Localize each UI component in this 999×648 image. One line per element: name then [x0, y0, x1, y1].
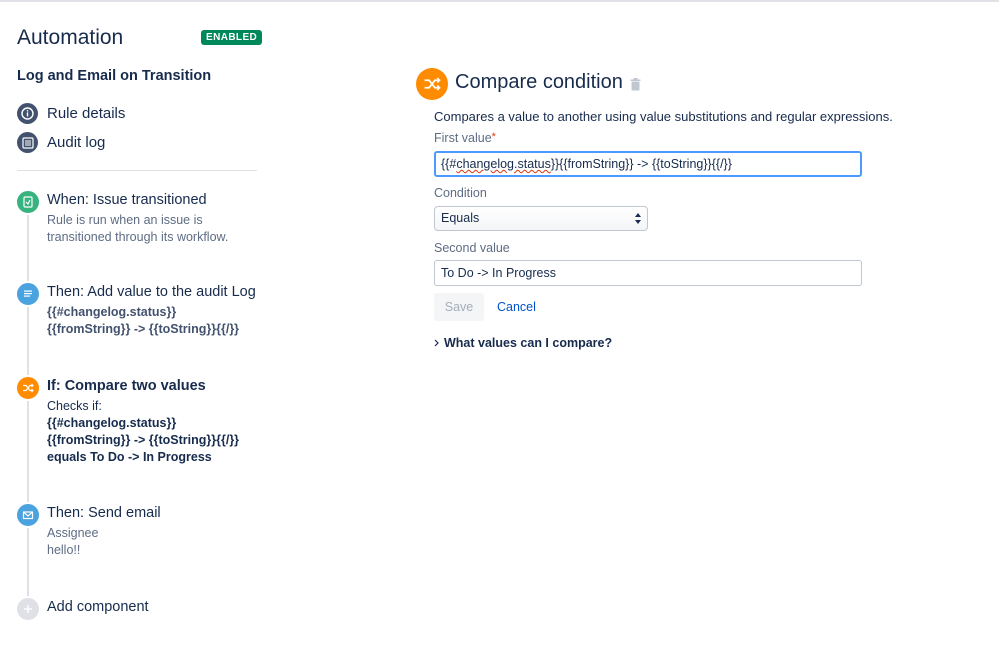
add-component-button[interactable]: Add component — [15, 596, 267, 622]
component-desc: Rule is run when an issue is transitione… — [47, 213, 229, 244]
chevron-right-icon — [434, 336, 439, 350]
condition-label: Condition — [434, 186, 487, 200]
email-icon — [15, 502, 41, 528]
first-value-label: First value* — [434, 131, 496, 145]
component-send-email[interactable]: Then: Send email Assignee hello!! — [15, 502, 267, 559]
list-icon — [17, 132, 38, 153]
help-expander[interactable]: What values can I compare? — [434, 336, 612, 350]
condition-selected-value: Equals — [441, 211, 480, 225]
nav-rule-details[interactable]: Rule details — [17, 103, 125, 124]
save-button[interactable]: Save — [434, 293, 484, 321]
info-icon — [17, 103, 38, 124]
component-title: When: Issue transitioned — [47, 192, 207, 208]
nav-label: Audit log — [47, 134, 106, 151]
log-icon — [15, 281, 41, 307]
transition-icon — [15, 189, 41, 215]
component-title: Then: Add value to the audit Log — [47, 284, 256, 300]
rule-name: Log and Email on Transition — [17, 68, 212, 84]
component-title: Then: Send email — [47, 505, 161, 521]
plus-icon — [15, 596, 41, 622]
shuffle-icon — [416, 68, 448, 100]
trash-icon[interactable] — [630, 78, 641, 96]
nav-audit-log[interactable]: Audit log — [17, 132, 105, 153]
component-title: If: Compare two values — [47, 378, 206, 394]
add-component-label: Add component — [47, 599, 149, 615]
top-border — [0, 0, 999, 2]
status-badge: ENABLED — [201, 30, 263, 45]
required-marker: * — [491, 131, 496, 143]
divider — [17, 170, 257, 171]
second-value-input[interactable]: To Do -> In Progress — [434, 260, 862, 286]
component-desc: {{#changelog.status}} {{fromString}} -> … — [47, 305, 240, 336]
condition-select[interactable]: Equals — [434, 206, 648, 231]
shuffle-icon — [15, 375, 41, 401]
component-audit-log-action[interactable]: Then: Add value to the audit Log {{#chan… — [15, 281, 267, 338]
cancel-button[interactable]: Cancel — [497, 293, 536, 321]
component-trigger[interactable]: When: Issue transitioned Rule is run whe… — [15, 189, 267, 246]
second-value-label: Second value — [434, 241, 510, 255]
component-desc: Assignee hello!! — [47, 526, 99, 557]
help-label: What values can I compare? — [444, 336, 613, 350]
panel-description: Compares a value to another using value … — [434, 109, 893, 124]
component-desc: Checks if: {{#changelog.status}} {{fromS… — [47, 399, 240, 464]
component-condition[interactable]: If: Compare two values Checks if: {{#cha… — [15, 375, 267, 466]
first-value-input[interactable]: {{#changelog.status}}{{fromString}} -> {… — [434, 151, 862, 177]
panel-title: Compare condition — [455, 71, 623, 93]
page-title: Automation — [17, 26, 124, 49]
nav-label: Rule details — [47, 105, 126, 122]
select-arrows-icon — [634, 210, 642, 235]
